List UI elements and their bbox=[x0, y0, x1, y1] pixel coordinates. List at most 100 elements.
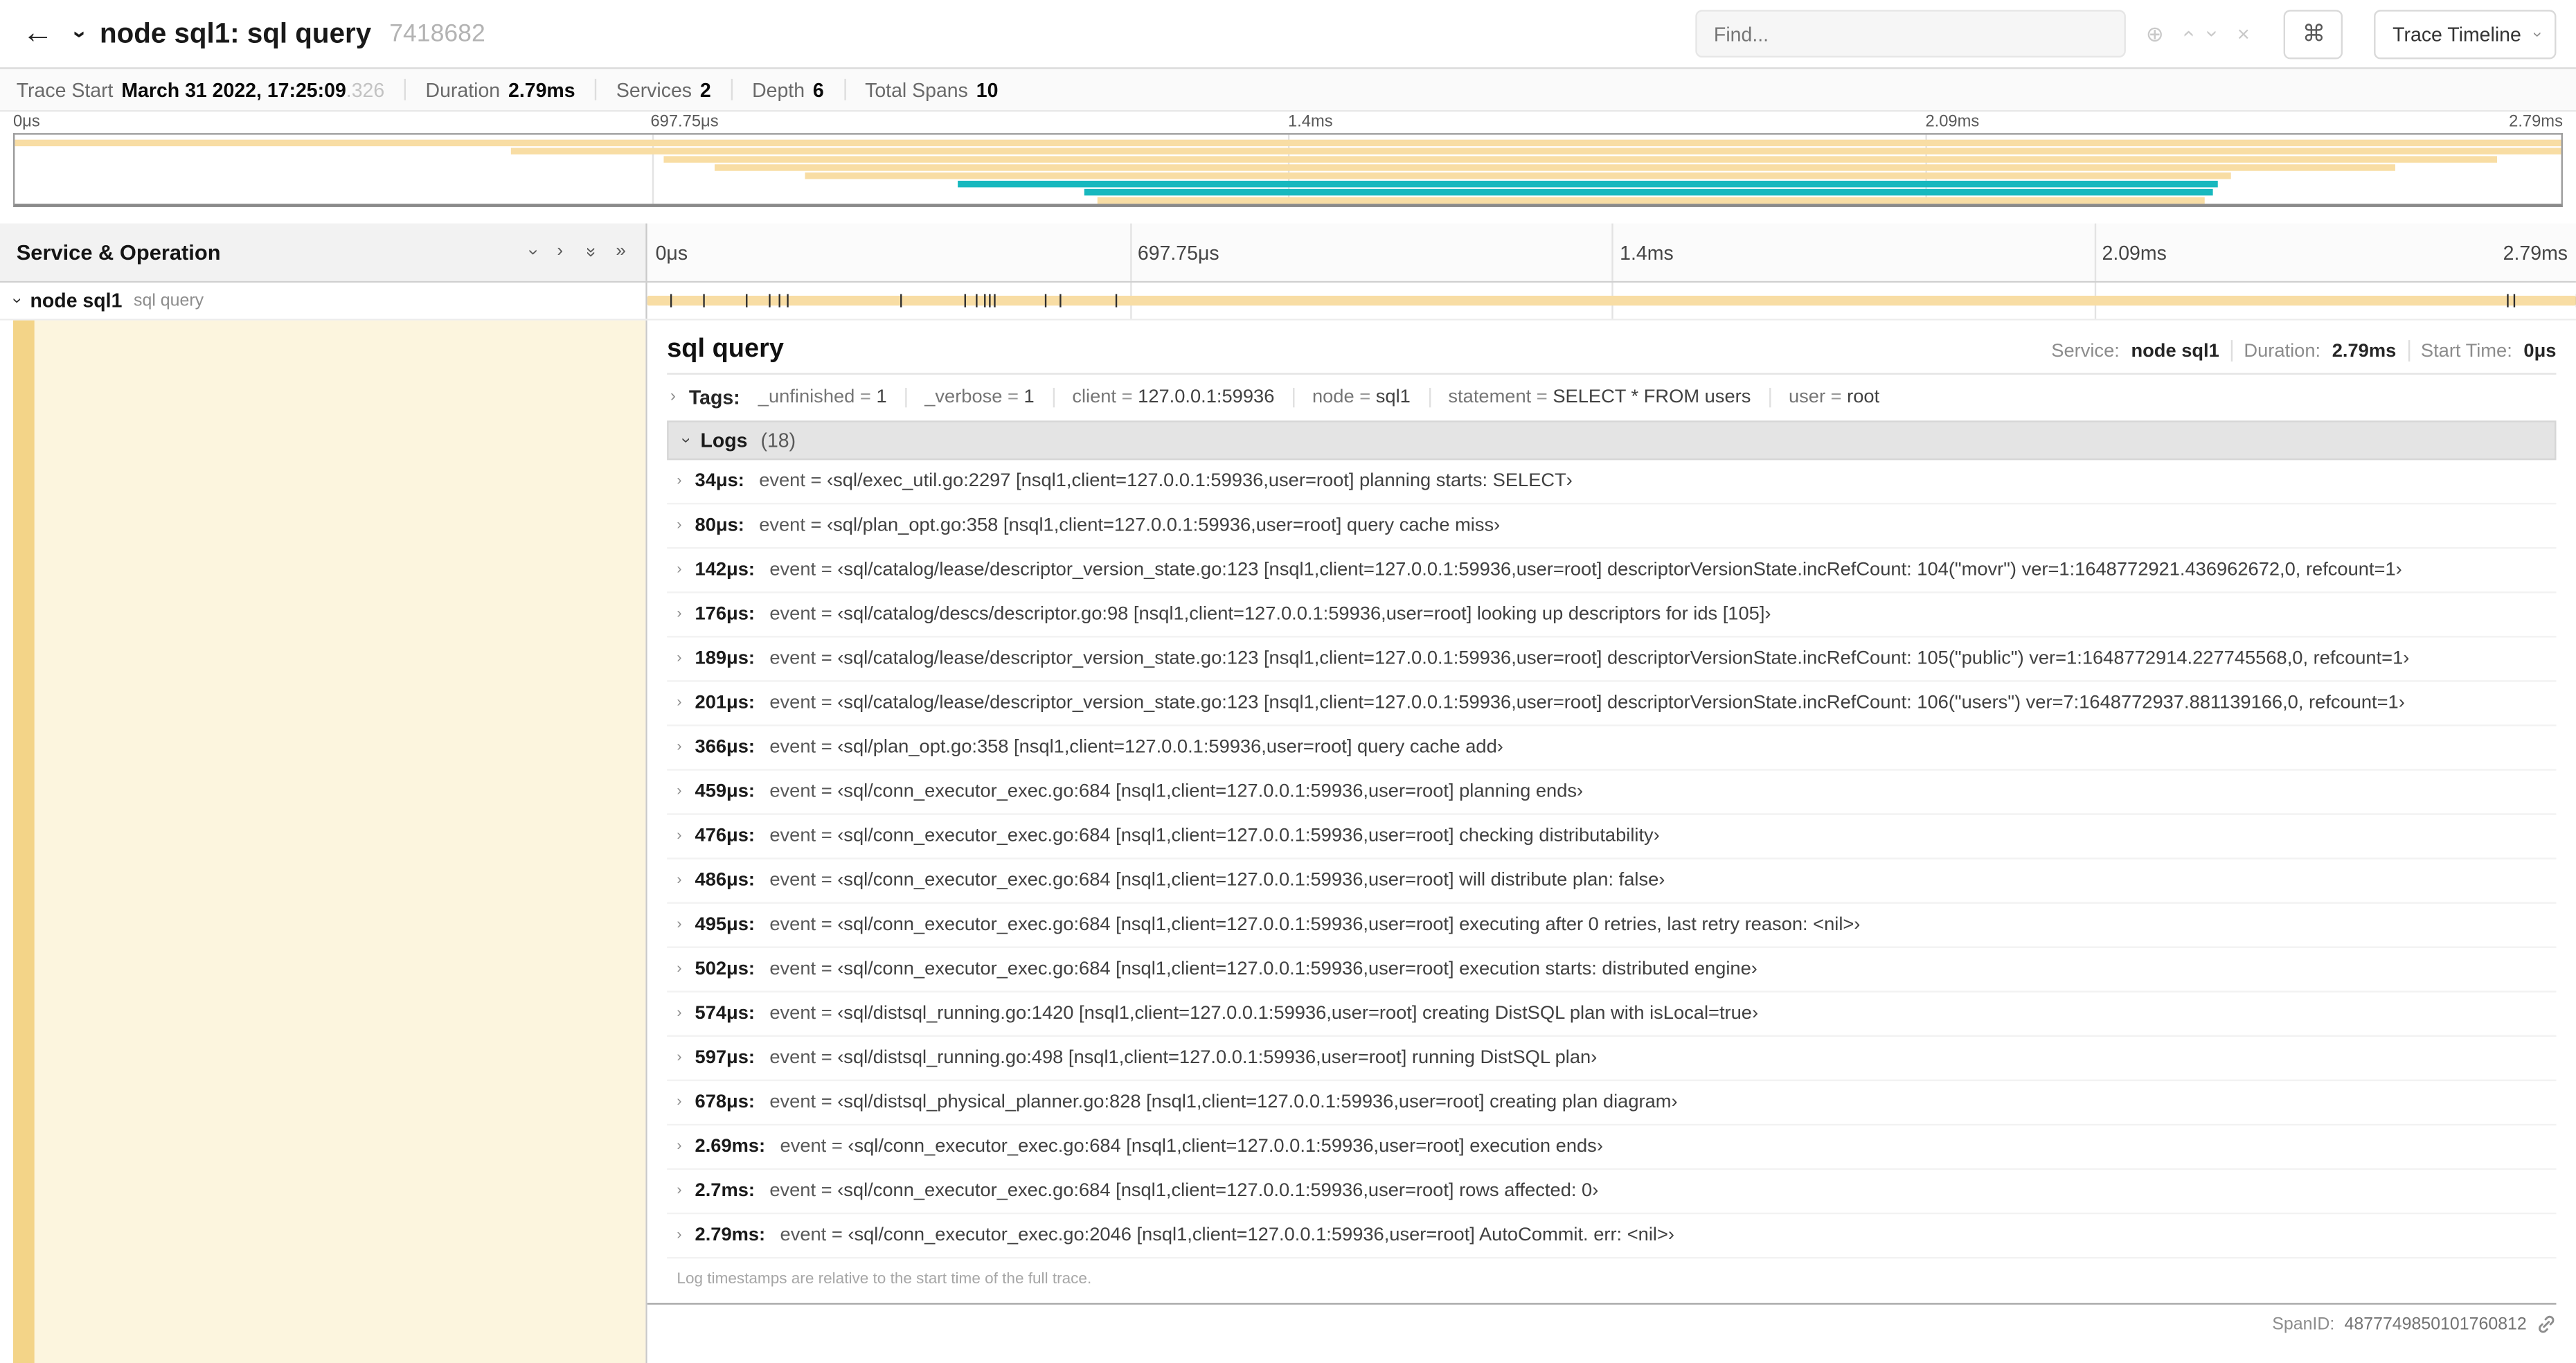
chevron-right-icon: › bbox=[677, 605, 682, 621]
minimap-canvas[interactable] bbox=[12, 133, 2563, 207]
trace-minimap[interactable]: 0μs 697.75μs 1.4ms 2.09ms 2.79ms bbox=[0, 112, 2576, 207]
tick-label: 1.4ms bbox=[1287, 113, 1333, 132]
chevron-down-icon[interactable]: › bbox=[8, 298, 26, 303]
log-event-tick bbox=[900, 294, 902, 308]
tag-item: statement = SELECT * FROM users bbox=[1428, 387, 1751, 408]
log-row[interactable]: › 201μs: event = ‹sql/catalog/lease/descri… bbox=[667, 682, 2557, 727]
summary-value: 2 bbox=[699, 78, 711, 101]
minimap-span bbox=[1084, 188, 2212, 196]
tick-label: 697.75μs bbox=[1137, 240, 1219, 264]
log-message: event = ‹sql/conn_executor_exec.go:684 [… bbox=[780, 1137, 1603, 1157]
prev-result-icon[interactable]: › bbox=[2175, 30, 2200, 37]
start-time-label: Start Time: bbox=[2420, 341, 2512, 361]
chevron-right-icon: › bbox=[677, 1225, 682, 1242]
tick-label: 697.75μs bbox=[650, 113, 719, 132]
divider bbox=[2407, 340, 2410, 362]
collapse-all-icon[interactable]: › bbox=[524, 249, 543, 256]
log-message: event = ‹sql/conn_executor_exec.go:684 [… bbox=[769, 959, 1757, 979]
log-message: event = ‹sql/catalog/lease/descriptor_ve… bbox=[769, 560, 2402, 580]
log-event-tick bbox=[1059, 294, 1062, 308]
log-row[interactable]: › 502μs: event = ‹sql/conn_executor_exec.g… bbox=[667, 948, 2557, 992]
log-event-tick bbox=[786, 294, 788, 308]
span-color-bar bbox=[12, 320, 35, 1363]
logs-footnote: Log timestamps are relative to the start… bbox=[677, 1270, 1092, 1288]
tags-label: Tags: bbox=[688, 386, 740, 409]
log-message: event = ‹sql/conn_executor_exec.go:684 [… bbox=[769, 915, 1861, 935]
log-row[interactable]: › 176μs: event = ‹sql/catalog/descs/descri… bbox=[667, 593, 2557, 638]
keyboard-shortcuts-button[interactable]: ⌘ bbox=[2284, 9, 2344, 59]
log-message: event = ‹sql/conn_executor_exec.go:2046 … bbox=[780, 1225, 1674, 1246]
back-arrow-icon: ← bbox=[22, 15, 54, 51]
chevron-down-icon: › bbox=[676, 437, 695, 443]
clear-search-icon[interactable]: × bbox=[2237, 21, 2250, 46]
span-row[interactable]: › node sql1 sql query bbox=[0, 283, 2576, 321]
summary-label: Total Spans bbox=[865, 78, 968, 101]
chevron-right-icon: › bbox=[677, 959, 682, 977]
tags-row[interactable]: › Tags: _unfinished = 1 _verbose = 1 clien… bbox=[667, 386, 2556, 409]
service-name: node sql1 bbox=[30, 289, 123, 312]
expand-one-icon[interactable]: › bbox=[557, 242, 563, 261]
span-name-cell[interactable]: › node sql1 sql query bbox=[0, 283, 647, 319]
log-row[interactable]: › 476μs: event = ‹sql/conn_executor_exec.g… bbox=[667, 815, 2557, 859]
log-message: event = ‹sql/conn_executor_exec.go:684 [… bbox=[769, 826, 1660, 846]
trace-collapse-chevron-icon[interactable]: › bbox=[68, 30, 94, 37]
log-row[interactable]: › 142μs: event = ‹sql/catalog/lease/descri… bbox=[667, 549, 2557, 594]
span-detail-title: sql query bbox=[667, 335, 784, 364]
log-message: event = ‹sql/exec_util.go:2297 [nsql1,cl… bbox=[759, 471, 1573, 492]
summary-value: 2.79ms bbox=[508, 78, 575, 101]
log-event-tick bbox=[2514, 294, 2516, 308]
log-timestamp: 189μs: bbox=[695, 649, 755, 669]
log-row[interactable]: › 678μs: event = ‹sql/distsql_physical_pla… bbox=[667, 1081, 2557, 1126]
span-detail-title-row: sql query Service: node sql1 Duration: 2… bbox=[667, 335, 2556, 365]
collapse-deep-icon[interactable]: » bbox=[580, 247, 600, 258]
chevron-right-icon: › bbox=[677, 515, 682, 533]
log-message: event = ‹sql/distsql_running.go:498 [nsq… bbox=[769, 1048, 1598, 1069]
log-event-tick bbox=[2507, 294, 2509, 308]
log-row[interactable]: › 459μs: event = ‹sql/conn_executor_exec.g… bbox=[667, 771, 2557, 815]
span-detail-meta: Service: node sql1 Duration: 2.79ms Star… bbox=[2051, 340, 2556, 362]
next-result-icon[interactable]: › bbox=[2201, 30, 2226, 37]
log-row[interactable]: › 486μs: event = ‹sql/conn_executor_exec.g… bbox=[667, 859, 2557, 904]
logs-count: (18) bbox=[760, 429, 796, 452]
duration-value: 2.79ms bbox=[2332, 341, 2397, 361]
log-row[interactable]: › 34μs: event = ‹sql/exec_util.go:2297 [ns… bbox=[667, 460, 2557, 505]
log-message: event = ‹sql/distsql_physical_planner.go… bbox=[769, 1092, 1678, 1113]
log-row[interactable]: › 2.69ms: event = ‹sql/conn_executor_exec.… bbox=[667, 1125, 2557, 1170]
trace-id: 7418682 bbox=[389, 19, 485, 48]
trace-view-selector[interactable]: Trace Timeline › bbox=[2374, 9, 2557, 59]
log-row[interactable]: › 597μs: event = ‹sql/distsql_running.go:4… bbox=[667, 1037, 2557, 1082]
summary-depth: Depth 6 bbox=[733, 78, 844, 101]
log-timestamp: 495μs: bbox=[695, 915, 755, 935]
chevron-right-icon: › bbox=[677, 915, 682, 932]
back-button[interactable]: ← bbox=[13, 16, 62, 52]
left-gutter-fill bbox=[34, 320, 646, 1363]
log-row[interactable]: › 2.79ms: event = ‹sql/conn_executor_exec.… bbox=[667, 1214, 2557, 1259]
logs-header[interactable]: › Logs (18) bbox=[667, 420, 2557, 461]
span-row-track[interactable] bbox=[647, 283, 2576, 319]
log-row[interactable]: › 495μs: event = ‹sql/conn_executor_exec.g… bbox=[667, 904, 2557, 948]
chevron-right-icon: › bbox=[677, 782, 682, 799]
minimap-ticks: 0μs 697.75μs 1.4ms 2.09ms 2.79ms bbox=[13, 112, 2563, 133]
log-row[interactable]: › 189μs: event = ‹sql/catalog/lease/descri… bbox=[667, 637, 2557, 682]
locate-icon[interactable]: ⊕ bbox=[2146, 21, 2164, 47]
log-row[interactable]: › 366μs: event = ‹sql/plan_opt.go:358 [nsq… bbox=[667, 727, 2557, 771]
minimap-span bbox=[15, 139, 2561, 147]
log-timestamp: 597μs: bbox=[695, 1048, 755, 1069]
log-row[interactable]: › 80μs: event = ‹sql/plan_opt.go:358 [nsql… bbox=[667, 504, 2557, 549]
log-message: event = ‹sql/catalog/lease/descriptor_ve… bbox=[769, 649, 2410, 669]
chevron-right-icon: › bbox=[677, 871, 682, 888]
log-row[interactable]: › 2.7ms: event = ‹sql/conn_executor_exec.g… bbox=[667, 1170, 2557, 1215]
trace-summary-bar: Trace Start March 31 2022, 17:25:09.326 … bbox=[0, 69, 2576, 112]
log-message: event = ‹sql/conn_executor_exec.go:684 [… bbox=[769, 1181, 1599, 1202]
tick-label: 2.09ms bbox=[2102, 240, 2167, 264]
log-timestamp: 502μs: bbox=[695, 959, 755, 979]
log-event-tick bbox=[769, 294, 771, 308]
link-icon[interactable] bbox=[2537, 1315, 2556, 1334]
find-input[interactable] bbox=[1695, 10, 2127, 58]
tag-item: user = root bbox=[1769, 387, 1879, 408]
log-message: event = ‹sql/plan_opt.go:358 [nsql1,clie… bbox=[769, 738, 1503, 758]
expand-all-icon[interactable]: » bbox=[616, 242, 626, 261]
span-bar[interactable] bbox=[647, 296, 2576, 306]
summary-label: Trace Start bbox=[16, 78, 114, 101]
log-row[interactable]: › 574μs: event = ‹sql/distsql_running.go:1… bbox=[667, 992, 2557, 1037]
